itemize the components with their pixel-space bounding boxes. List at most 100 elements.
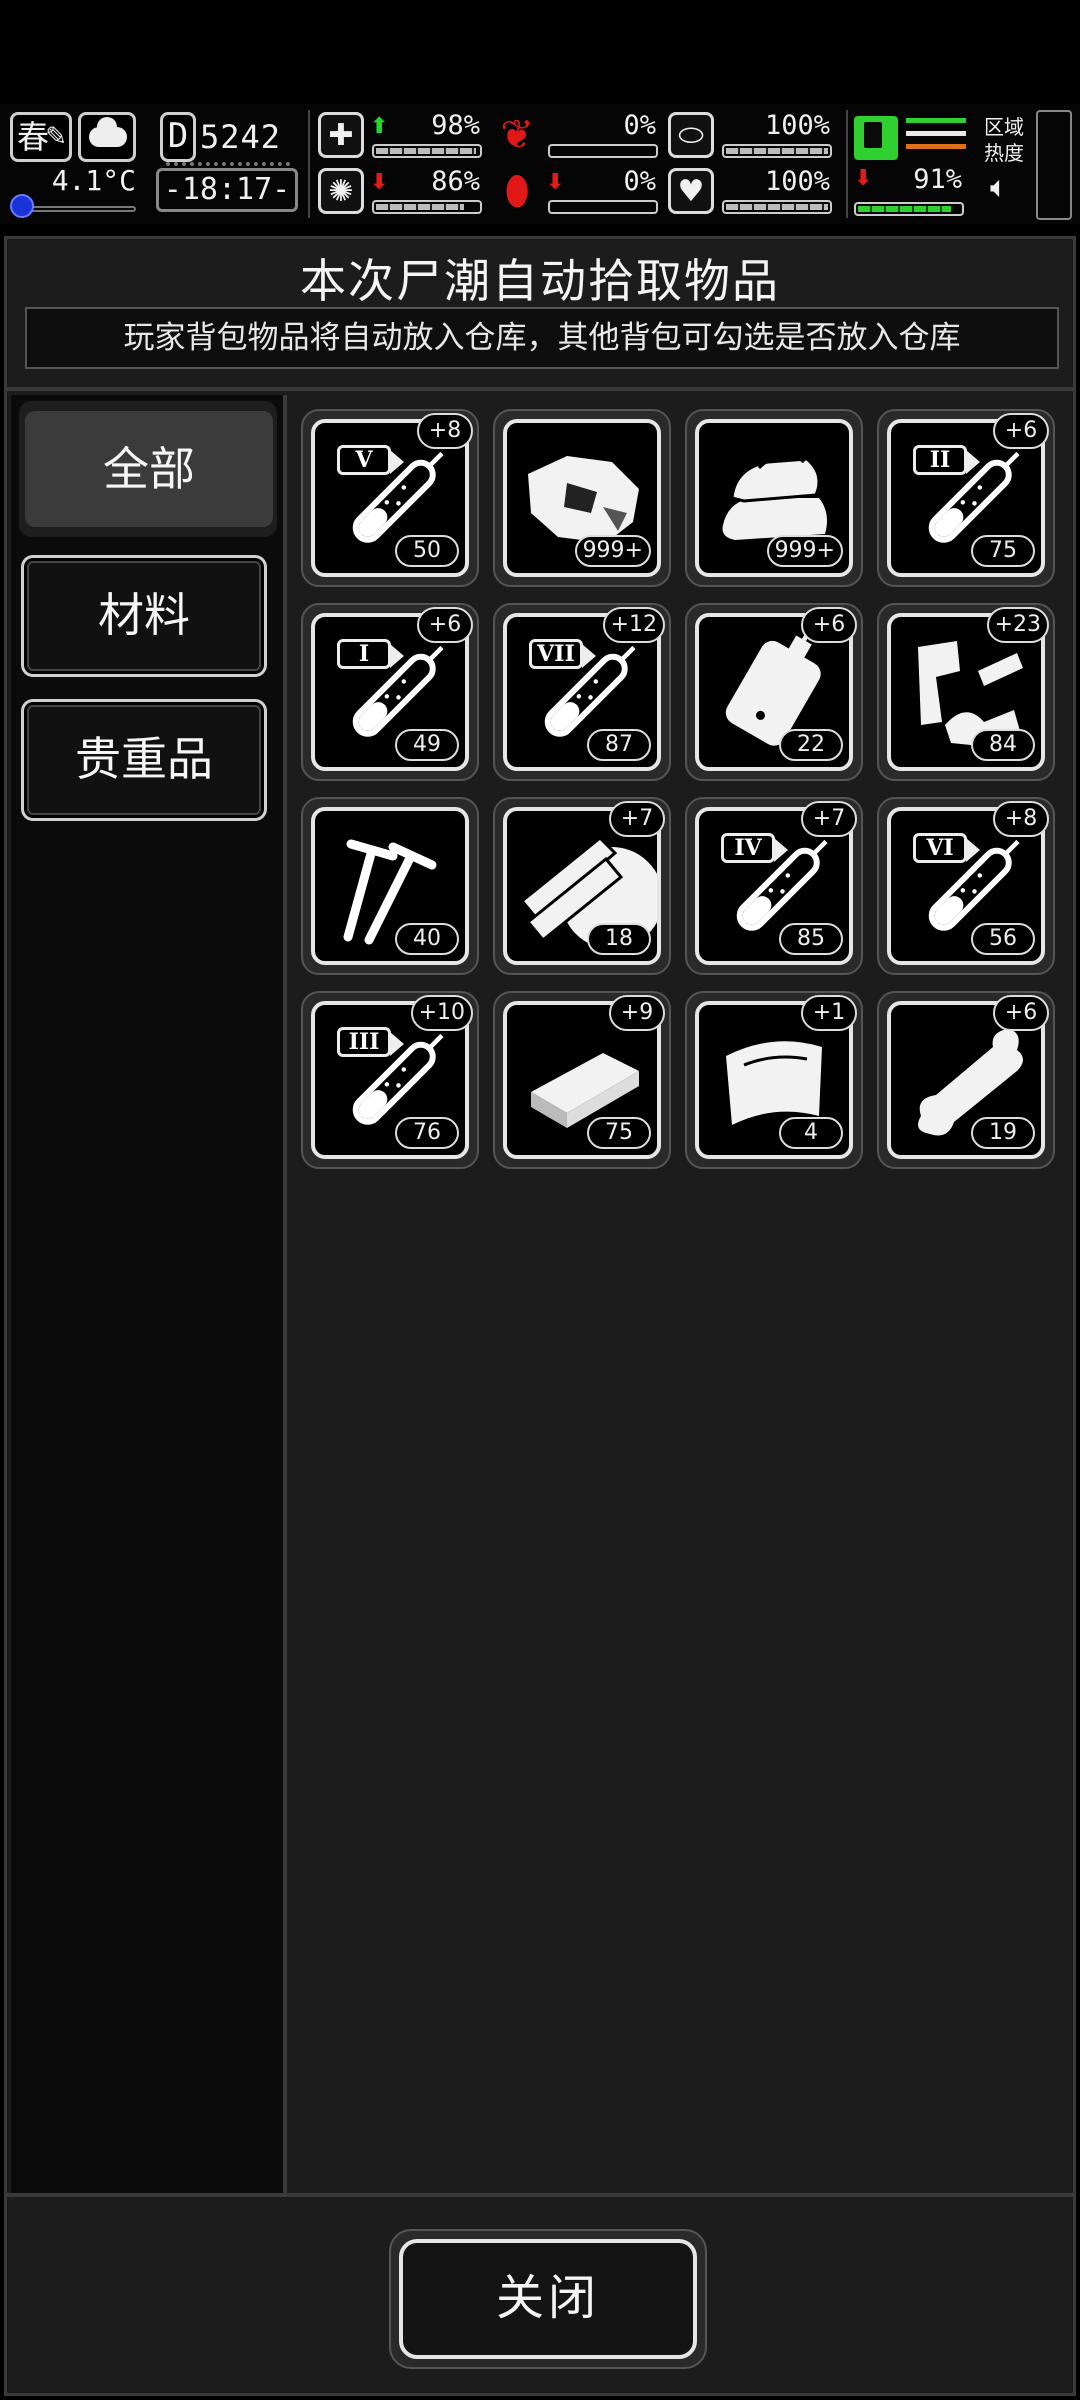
item-count: 40 (395, 923, 459, 955)
season-label: 春 (17, 118, 50, 156)
game-clock: -18:17- (156, 168, 298, 212)
tier-label: IV (721, 833, 788, 863)
close-button[interactable]: 关闭 (399, 2239, 697, 2359)
heart-icon: ♥ (668, 168, 714, 214)
category-sidebar: 全部 材料 贵重品 (11, 395, 287, 2195)
tier-label: III (337, 1027, 404, 1057)
stat-bar (722, 200, 832, 214)
item-gain-badge: +6 (993, 413, 1049, 449)
item-count: 84 (971, 729, 1035, 761)
tab-valuables[interactable]: 贵重品 (21, 699, 267, 821)
item-gain-badge: +12 (602, 607, 665, 643)
speaker-icon[interactable]: 🔈︎ (990, 170, 1008, 205)
tab-all[interactable]: 全部 (25, 411, 273, 527)
item-count: 18 (587, 923, 651, 955)
close-button-frame[interactable]: 关闭 (389, 2229, 707, 2369)
boot-icon (854, 116, 898, 160)
item-slot-frame: 999+ (695, 419, 853, 577)
dialog-title: 本次尸潮自动拾取物品 (300, 254, 780, 308)
zone-label-line1: 区域 (984, 115, 1024, 139)
item-count: 76 (395, 1117, 459, 1149)
item-gain-badge: +1 (801, 995, 857, 1031)
item-slot[interactable]: I 49 +6 (301, 603, 479, 781)
header-divider (7, 387, 1073, 391)
item-slot[interactable]: 19 +6 (877, 991, 1055, 1169)
stat-value: 0% (623, 110, 656, 141)
temperature-value: 4.1°C (51, 164, 136, 197)
auto-loot-dialog: 本次尸潮自动拾取物品 玩家背包物品将自动放入仓库，其他背包可勾选是否放入仓库 全… (4, 236, 1076, 2396)
item-count: 22 (779, 729, 843, 761)
item-gain-badge: +7 (801, 801, 857, 837)
tier-label: V (337, 445, 404, 475)
item-slot[interactable]: 4 +1 (685, 991, 863, 1169)
item-count: 50 (395, 535, 459, 567)
item-slot[interactable]: II 75 +6 (877, 409, 1055, 587)
boot-status-lines (906, 118, 966, 157)
stat-bar-fill (726, 148, 828, 154)
stat-bar (372, 144, 482, 158)
stamina-value: 91% (913, 164, 962, 195)
item-count: 4 (779, 1117, 843, 1149)
item-count: 75 (971, 535, 1035, 567)
item-slot[interactable]: 84 +23 (877, 603, 1055, 781)
zone-label-line2: 热度 (984, 141, 1024, 165)
stat-bar (372, 200, 482, 214)
item-gain-badge: +9 (609, 995, 665, 1031)
zone-heat-meter (1036, 110, 1072, 220)
stamina-panel[interactable]: ⬇ 91% (850, 110, 970, 220)
item-slot[interactable]: 22 +6 (685, 603, 863, 781)
item-gain-badge: +8 (993, 801, 1049, 837)
item-count: 19 (971, 1117, 1035, 1149)
item-slot[interactable]: V 50 +8 (301, 409, 479, 587)
item-gain-badge: +7 (609, 801, 665, 837)
stamina-bar-fill (858, 206, 951, 212)
day-counter: 5242 (200, 118, 282, 156)
tier-label: II (913, 445, 980, 475)
cloud-icon (89, 117, 127, 147)
item-slot[interactable]: VI 56 +8 (877, 797, 1055, 975)
day-icon: D (160, 112, 196, 162)
item-gain-badge: +6 (801, 607, 857, 643)
item-count: 49 (395, 729, 459, 761)
stat-value: 100% (764, 166, 830, 197)
zone-heat-label: 区域 热度 (984, 114, 1034, 166)
stat-bar (722, 144, 832, 158)
thermometer-bulb-icon (10, 194, 34, 218)
item-gain-badge: +23 (986, 607, 1049, 643)
item-slot[interactable]: 18 +7 (493, 797, 671, 975)
item-slot[interactable]: 999+ (493, 409, 671, 587)
item-slot[interactable]: 40 (301, 797, 479, 975)
feather-icon: ✎ (45, 122, 67, 152)
dialog-notice: 玩家背包物品将自动放入仓库，其他背包可勾选是否放入仓库 (25, 307, 1059, 369)
stat-bar (548, 200, 658, 214)
item-slot[interactable]: III 76 +10 (301, 991, 479, 1169)
season-indicator[interactable]: 春 ✎ (10, 112, 72, 162)
item-slot[interactable]: IV 85 +7 (685, 797, 863, 975)
item-count: 999+ (766, 535, 843, 567)
stat-bar (548, 144, 658, 158)
item-count: 56 (971, 923, 1035, 955)
item-slot-frame: 999+ (503, 419, 661, 577)
tier-label: VI (913, 833, 980, 863)
stat-bar-fill (376, 148, 476, 154)
stomach-icon: ❦ (500, 112, 534, 158)
medkit-icon: ✚ (318, 112, 364, 158)
item-gain-badge: +6 (417, 607, 473, 643)
tab-materials[interactable]: 材料 (21, 555, 267, 677)
tier-label: I (337, 639, 404, 669)
item-count: 85 (779, 923, 843, 955)
stat-value: 86% (431, 166, 480, 197)
item-slot[interactable]: 75 +9 (493, 991, 671, 1169)
stat-bar-fill (726, 204, 828, 210)
item-gain-badge: +6 (993, 995, 1049, 1031)
status-hud: 春 ✎ 4.1°C D 5242 -18:17- ✚ ⬆ 98% ❦ 0% ⬭ 100% ✺ ⬇… (0, 104, 1080, 224)
item-gain-badge: +8 (417, 413, 473, 449)
blood-drop-icon: ⬮ (504, 168, 530, 214)
item-slot[interactable]: VII 87 +12 (493, 603, 671, 781)
item-count: 75 (587, 1117, 651, 1149)
item-slot[interactable]: 999+ (685, 409, 863, 587)
weather-indicator[interactable] (78, 112, 136, 162)
pill-icon: ⬭ (668, 112, 714, 158)
stat-value: 100% (764, 110, 830, 141)
footer-divider (7, 2193, 1073, 2197)
